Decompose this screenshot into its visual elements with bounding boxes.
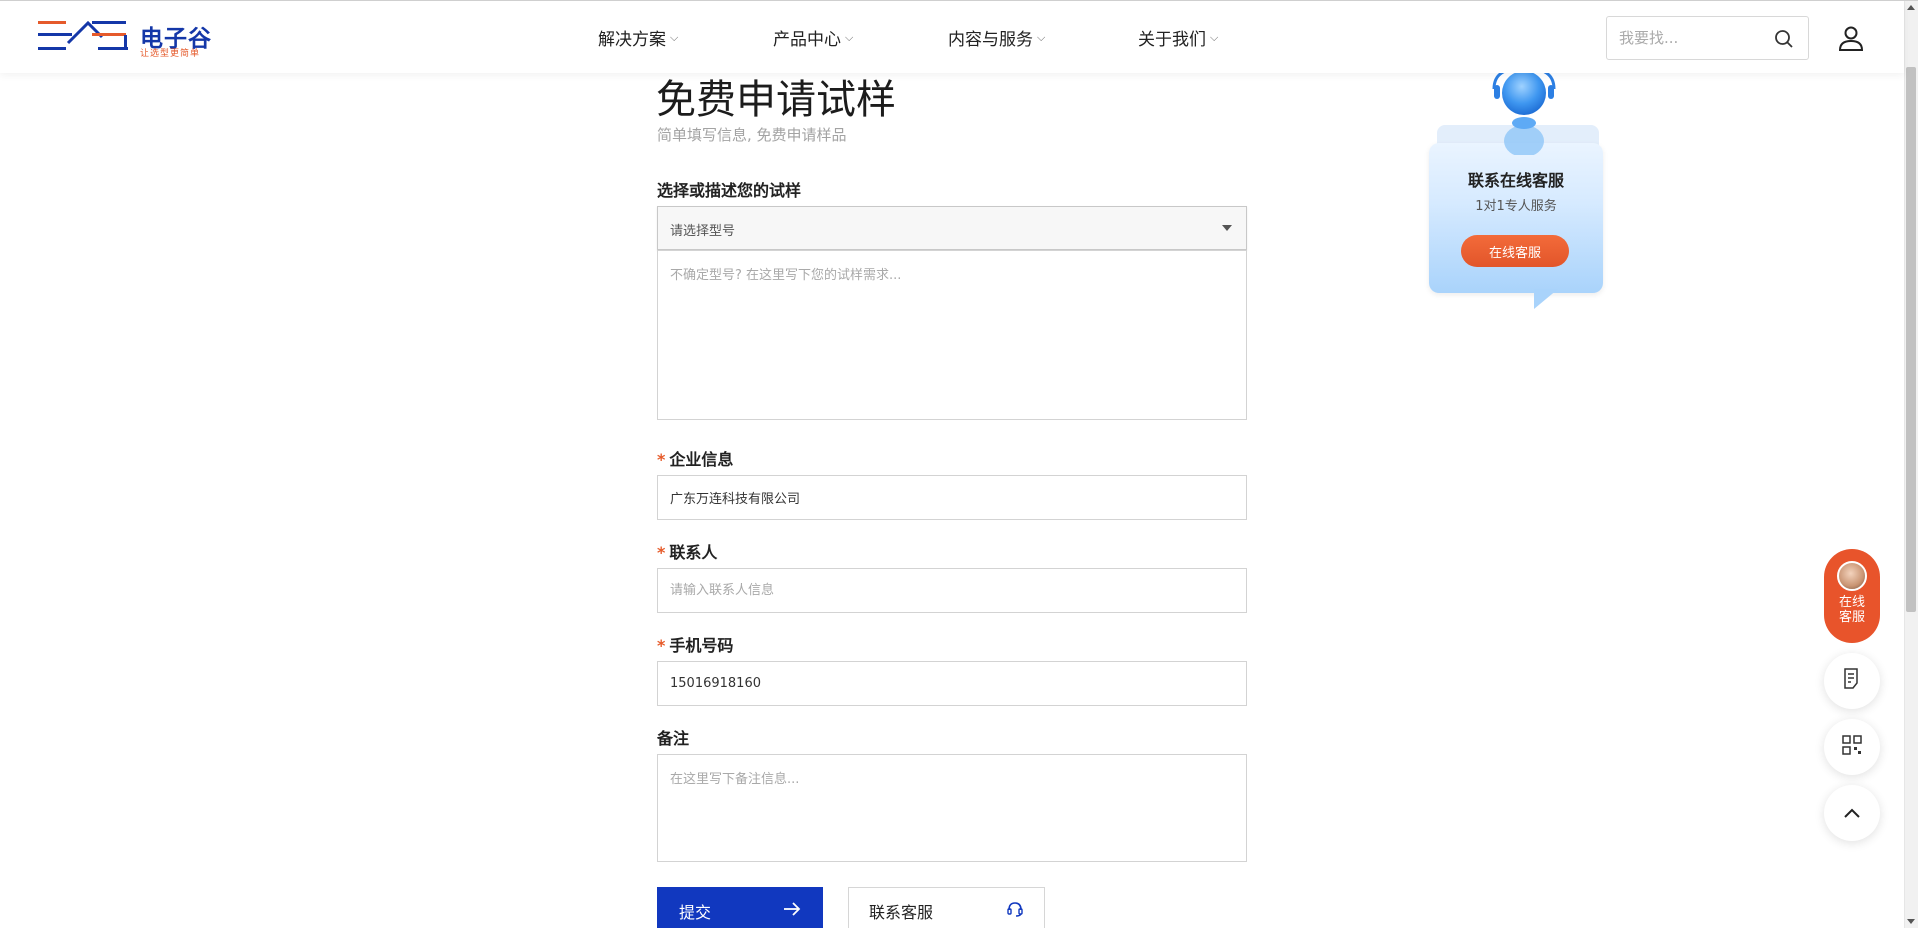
back-to-top-icon xyxy=(1843,804,1861,823)
chevron-down-icon: ⌵ xyxy=(845,30,854,44)
contact-label: * 联系人 xyxy=(657,539,717,563)
agent-avatar xyxy=(1837,561,1867,591)
company-input[interactable] xyxy=(658,476,1246,519)
remark-textarea[interactable] xyxy=(658,755,1246,861)
company-label-text: 企业信息 xyxy=(669,450,734,469)
search-input[interactable] xyxy=(1607,17,1757,59)
phone-field xyxy=(657,661,1247,706)
page: 电子谷 让选型更简单 解决方案⌵ 产品中心⌵ 内容与服务⌵ 关于我们⌵ xyxy=(0,0,1918,928)
service-card-subtitle: 1对1专人服务 xyxy=(1475,199,1557,214)
chevron-down-icon: ⌵ xyxy=(670,30,679,44)
site-header: 电子谷 让选型更简单 解决方案 ⌵ 产品中心 ⌵ 内容与服务 ⌵ 关于我们 ⌵ xyxy=(0,1,1904,73)
chevron-down-icon: ⌵ xyxy=(1210,30,1219,44)
nav-label: 关于我们 xyxy=(1138,30,1206,50)
service-card: 联系在线客服 1对1专人服务 在线客服 xyxy=(1429,67,1603,313)
contact-service-label: 联系客服 xyxy=(869,905,934,922)
phone-label: * 手机号码 xyxy=(657,632,733,656)
contact-label-text: 联系人 xyxy=(669,543,718,562)
logo-slogan: 让选型更简单 xyxy=(140,49,201,59)
sample-description-field xyxy=(657,250,1247,420)
headset-icon xyxy=(1006,900,1024,923)
model-select-value: 请选择型号 xyxy=(670,224,736,239)
sample-description-textarea[interactable] xyxy=(658,251,1246,419)
service-card-body xyxy=(1429,143,1603,293)
nav-label: 产品中心 xyxy=(773,30,841,50)
required-mark: * xyxy=(657,543,666,562)
float-document-button[interactable] xyxy=(1824,653,1880,709)
main-nav: 解决方案 ⌵ 产品中心 ⌵ 内容与服务 ⌵ 关于我们 ⌵ xyxy=(598,25,1238,50)
search-box xyxy=(1606,16,1809,60)
model-select[interactable]: 请选择型号 xyxy=(657,206,1247,250)
contact-field xyxy=(657,568,1247,613)
remark-field xyxy=(657,754,1247,862)
remark-label: 备注 xyxy=(657,729,690,748)
nav-item-solutions[interactable]: 解决方案 ⌵ xyxy=(598,25,773,50)
float-online-label: 在线客服 xyxy=(1838,595,1865,625)
sample-label: 选择或描述您的试样 xyxy=(657,181,802,200)
scrollbar-thumb[interactable] xyxy=(1906,67,1916,612)
submit-button[interactable]: 提交 xyxy=(657,887,823,928)
nav-label: 解决方案 xyxy=(598,30,666,50)
speech-tail xyxy=(1534,289,1558,309)
phone-label-text: 手机号码 xyxy=(669,636,734,655)
phone-input[interactable] xyxy=(658,662,1246,705)
float-online-service[interactable]: 在线客服 xyxy=(1824,549,1880,643)
robot-icon xyxy=(1486,67,1562,157)
nav-item-content-services[interactable]: 内容与服务 ⌵ xyxy=(948,25,1138,50)
required-mark: * xyxy=(657,636,666,655)
page-title: 免费申请试样 xyxy=(656,77,896,123)
arrow-right-icon xyxy=(783,901,801,921)
company-label: * 企业信息 xyxy=(657,446,733,470)
document-icon xyxy=(1842,668,1862,694)
contact-input[interactable] xyxy=(658,569,1246,612)
required-mark: * xyxy=(657,450,666,469)
logo-mark-icon xyxy=(38,20,128,50)
online-service-button[interactable]: 在线客服 xyxy=(1461,235,1569,267)
nav-item-products[interactable]: 产品中心 ⌵ xyxy=(773,25,948,50)
float-qrcode-button[interactable] xyxy=(1824,719,1880,775)
nav-label: 内容与服务 xyxy=(948,30,1033,50)
user-icon[interactable] xyxy=(1838,25,1864,55)
submit-label: 提交 xyxy=(679,905,712,922)
float-back-to-top-button[interactable] xyxy=(1824,785,1880,841)
scroll-up-arrow-icon[interactable] xyxy=(1907,5,1915,10)
search-icon[interactable] xyxy=(1774,29,1794,53)
service-card-title: 联系在线客服 xyxy=(1467,171,1564,190)
contact-service-button[interactable]: 联系客服 xyxy=(848,887,1045,928)
page-subtitle: 简单填写信息, 免费申请样品 xyxy=(657,126,847,144)
scroll-down-arrow-icon[interactable] xyxy=(1907,919,1915,924)
nav-item-about[interactable]: 关于我们 ⌵ xyxy=(1138,25,1238,50)
chevron-down-icon: ⌵ xyxy=(1037,30,1046,44)
company-field xyxy=(657,475,1247,520)
qrcode-icon xyxy=(1842,735,1862,759)
caret-down-icon xyxy=(1222,225,1232,231)
